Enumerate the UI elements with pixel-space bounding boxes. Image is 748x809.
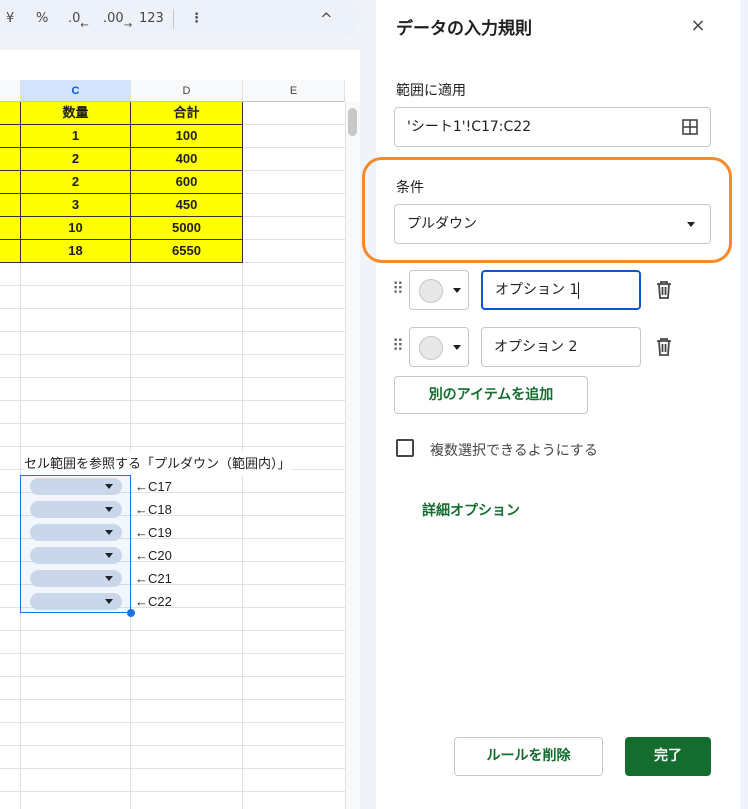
grid-row[interactable] <box>0 309 345 332</box>
grid-row[interactable] <box>0 424 345 447</box>
arrow-left-icon: ← <box>80 20 89 31</box>
table-cell[interactable] <box>0 171 21 194</box>
drag-handle-icon[interactable]: ⠿ <box>392 279 404 299</box>
table-cell[interactable] <box>0 217 21 240</box>
chevron-down-icon <box>453 345 461 350</box>
spreadsheet-grid[interactable]: C D E 数量 合計 1 100 2 400 2 600 3 450 10 5000 18 6550 セ… <box>0 50 360 809</box>
criteria-value: プルダウン <box>407 216 477 232</box>
column-header-b[interactable] <box>0 80 21 102</box>
trash-icon[interactable] <box>655 280 673 300</box>
grid-icon[interactable] <box>682 119 698 135</box>
chevron-down-icon <box>453 288 461 293</box>
panel-title: データの入力規則 <box>396 19 532 39</box>
vertical-scrollbar[interactable] <box>345 102 360 809</box>
table-cell[interactable]: 数量 <box>21 102 131 125</box>
add-item-button[interactable]: 別のアイテムを追加 <box>394 376 588 414</box>
table-cell[interactable]: 18 <box>21 240 131 263</box>
cell-ref-label: ←C20 <box>135 548 172 563</box>
text-cursor <box>578 281 580 299</box>
chevron-down-icon <box>687 222 695 227</box>
trash-icon[interactable] <box>655 337 673 357</box>
increase-decimal-button[interactable]: .00→ <box>103 0 132 38</box>
grid-row[interactable] <box>0 355 345 378</box>
selection-range[interactable] <box>20 475 131 613</box>
cell-ref-label: ←C17 <box>135 479 172 494</box>
criteria-select[interactable]: プルダウン <box>394 204 711 244</box>
advanced-options-link[interactable]: 詳細オプション <box>422 500 520 520</box>
color-picker[interactable] <box>409 327 469 367</box>
arrow-right-icon: → <box>123 20 133 31</box>
table-cell[interactable]: 450 <box>131 194 243 217</box>
decrease-decimal-button[interactable]: .0← <box>68 0 89 38</box>
grid-row[interactable] <box>0 723 345 746</box>
grid-row[interactable] <box>0 401 345 424</box>
close-icon[interactable]: × <box>686 14 710 38</box>
table-cell[interactable]: 2 <box>21 148 131 171</box>
table-cell[interactable]: 3 <box>21 194 131 217</box>
grid-row[interactable] <box>0 332 345 355</box>
table-cell[interactable]: 100 <box>131 125 243 148</box>
table-cell[interactable]: 6550 <box>131 240 243 263</box>
cell-ref-label: ←C22 <box>135 594 172 609</box>
option-1-input[interactable]: オプション 1 <box>481 270 641 310</box>
multi-select-checkbox[interactable] <box>396 439 414 457</box>
grid-row[interactable] <box>0 631 345 654</box>
option-1-value: オプション 1 <box>495 282 579 298</box>
collapse-toolbar-icon[interactable]: ^ <box>320 0 333 38</box>
table-cell[interactable]: 合計 <box>131 102 243 125</box>
increase-decimal-label: .00 <box>103 11 124 26</box>
multi-select-label: 複数選択できるようにする <box>430 443 598 459</box>
table-cell[interactable]: 1 <box>21 125 131 148</box>
color-swatch <box>419 336 443 360</box>
grid-row[interactable] <box>0 700 345 723</box>
table-cell[interactable] <box>0 194 21 217</box>
table-cell[interactable] <box>0 148 21 171</box>
table-cell[interactable] <box>0 125 21 148</box>
toolbar-divider <box>173 9 174 29</box>
table-cell[interactable]: 400 <box>131 148 243 171</box>
cell-ref-label: ←C21 <box>135 571 172 586</box>
column-header-c[interactable]: C <box>21 80 131 102</box>
scrollbar-thumb[interactable] <box>348 108 357 136</box>
table-cell[interactable] <box>0 240 21 263</box>
table-cell[interactable]: 2 <box>21 171 131 194</box>
drag-handle-icon[interactable]: ⠿ <box>392 336 404 356</box>
column-header-d[interactable]: D <box>131 80 243 102</box>
cell-ref-label: ←C18 <box>135 502 172 517</box>
column-header-e[interactable]: E <box>243 80 345 102</box>
number-format-button[interactable]: 123 <box>139 0 164 38</box>
table-cell[interactable] <box>0 102 21 125</box>
grid-row[interactable] <box>0 746 345 769</box>
table-cell[interactable]: 600 <box>131 171 243 194</box>
range-input[interactable]: 'シート1'!C17:C22 <box>394 107 711 147</box>
grid-row[interactable] <box>0 654 345 677</box>
grid-row[interactable] <box>0 792 345 809</box>
color-swatch <box>419 279 443 303</box>
grid-row[interactable] <box>0 263 345 286</box>
decrease-decimal-label: .0 <box>68 11 81 26</box>
option-2-value: オプション 2 <box>494 339 578 355</box>
more-options-icon[interactable]: ⋮ <box>190 0 203 38</box>
data-validation-panel: データの入力規則 × 範囲に適用 'シート1'!C17:C22 条件 プルダウン… <box>362 0 740 809</box>
range-value: 'シート1'!C17:C22 <box>407 119 532 135</box>
range-label: 範囲に適用 <box>396 83 466 99</box>
delete-rule-button[interactable]: ルールを削除 <box>454 737 603 776</box>
grid-row[interactable] <box>0 286 345 309</box>
done-button[interactable]: 完了 <box>625 737 711 776</box>
currency-yen-button[interactable]: ¥ <box>6 0 14 38</box>
grid-row[interactable] <box>0 677 345 700</box>
note-text: セル範囲を参照する「プルダウン（範囲内）」 <box>24 452 291 475</box>
grid-row[interactable] <box>0 378 345 401</box>
table-cell[interactable]: 10 <box>21 217 131 240</box>
formatting-toolbar: ¥ % .0← .00→ 123 ⋮ ^ <box>0 0 360 38</box>
fill-handle[interactable] <box>127 609 135 617</box>
table-cell[interactable]: 5000 <box>131 217 243 240</box>
grid-row[interactable] <box>0 769 345 792</box>
percent-button[interactable]: % <box>36 0 48 38</box>
criteria-label: 条件 <box>396 180 424 196</box>
option-2-input[interactable]: オプション 2 <box>481 327 641 367</box>
cell-ref-label: ←C19 <box>135 525 172 540</box>
color-picker[interactable] <box>409 270 469 310</box>
